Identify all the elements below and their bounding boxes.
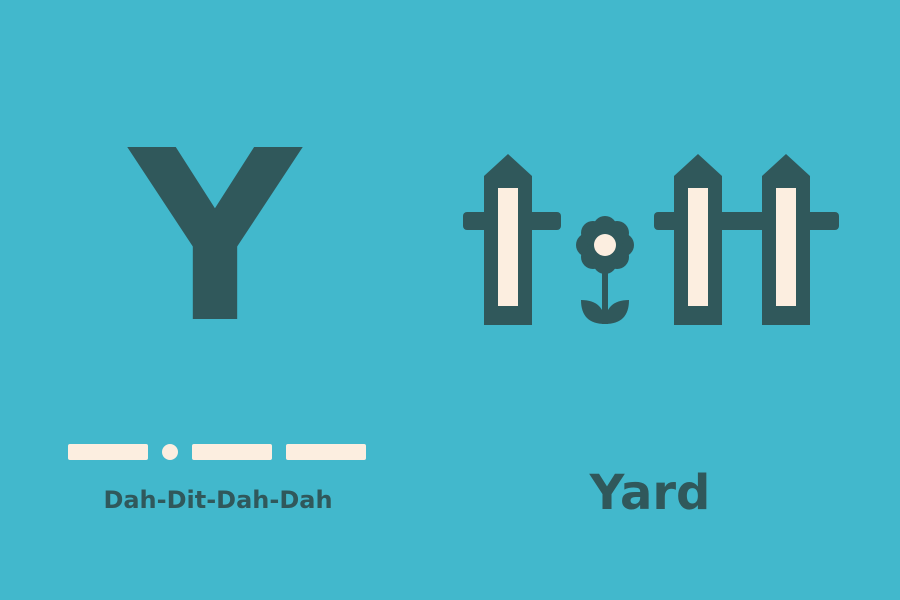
morse-dash bbox=[192, 444, 272, 460]
flashcard: Y Dah-Dit-Dah-Dah Yard bbox=[0, 0, 900, 600]
morse-dash bbox=[286, 444, 366, 460]
morse-code bbox=[68, 440, 368, 464]
morse-dot bbox=[162, 444, 178, 460]
letter: Y bbox=[129, 100, 301, 375]
morse-dash bbox=[68, 444, 148, 460]
word: Yard bbox=[589, 465, 711, 521]
morse-label: Dah-Dit-Dah-Dah bbox=[103, 486, 333, 514]
fence-with-flower-icon bbox=[463, 154, 839, 325]
